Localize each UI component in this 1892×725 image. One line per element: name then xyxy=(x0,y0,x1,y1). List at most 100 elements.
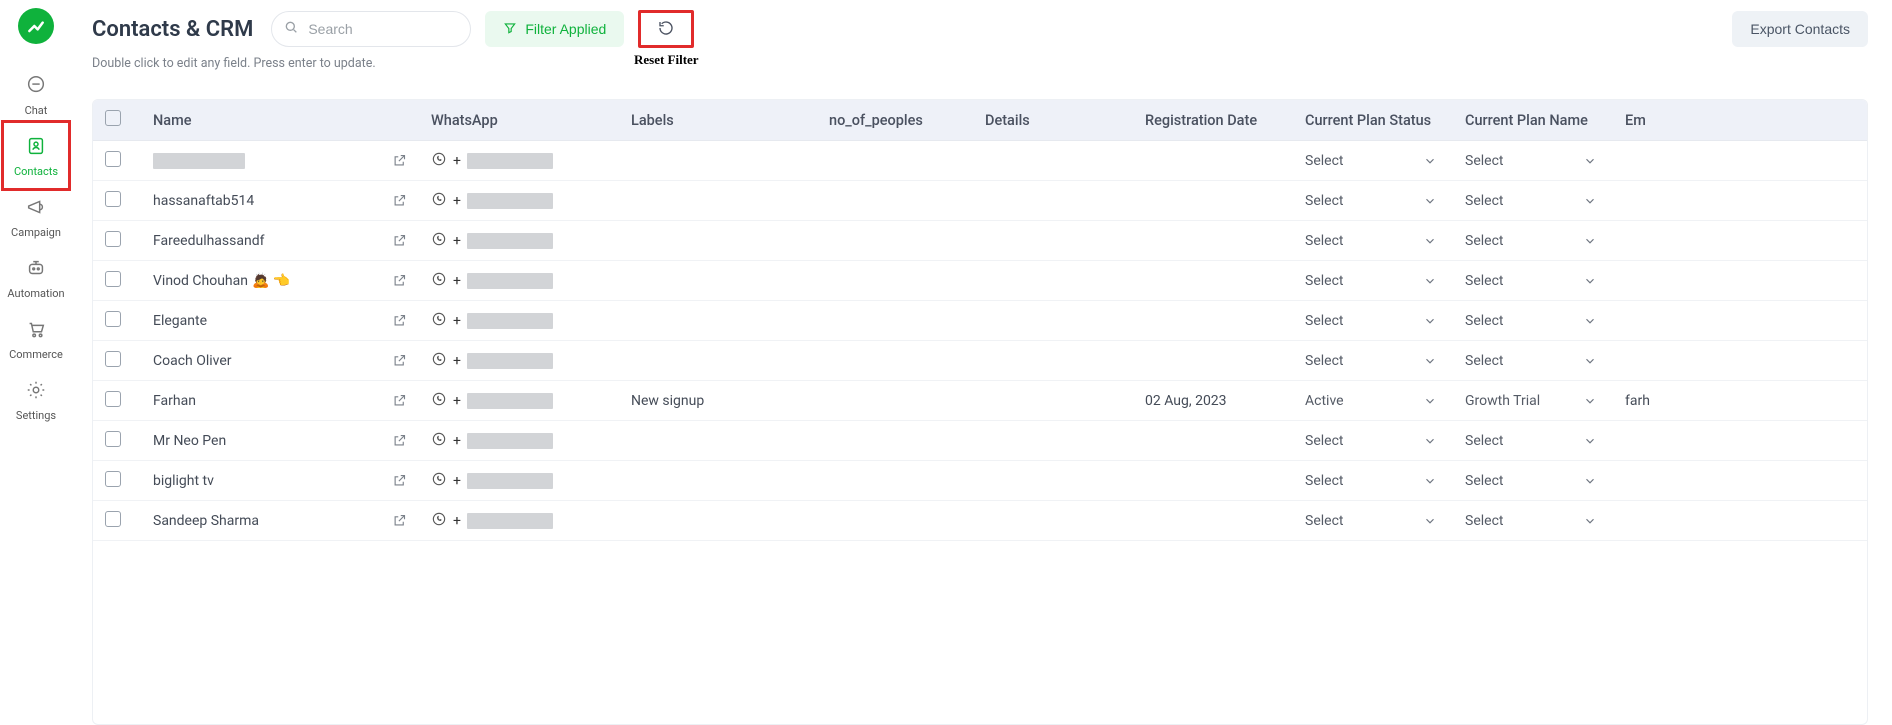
cell-details[interactable] xyxy=(973,181,1133,221)
open-external-icon[interactable] xyxy=(392,393,407,408)
col-name[interactable]: Name xyxy=(141,100,419,141)
cell-labels[interactable]: New signup xyxy=(619,381,817,421)
cell-email[interactable] xyxy=(1613,341,1867,381)
cell-labels[interactable] xyxy=(619,341,817,381)
cell-labels[interactable] xyxy=(619,461,817,501)
cell-email[interactable] xyxy=(1613,421,1867,461)
cell-registration-date[interactable] xyxy=(1133,341,1293,381)
plan-name-select[interactable]: Growth Trial xyxy=(1465,393,1601,409)
cell-details[interactable] xyxy=(973,381,1133,421)
col-current-plan-status[interactable]: Current Plan Status xyxy=(1293,100,1453,141)
row-checkbox[interactable] xyxy=(105,431,121,447)
col-email-partial[interactable]: Em xyxy=(1613,100,1867,141)
cell-registration-date[interactable] xyxy=(1133,421,1293,461)
row-checkbox[interactable] xyxy=(105,191,121,207)
plan-name-select[interactable]: Select xyxy=(1465,193,1601,209)
table-row[interactable]: hassanaftab514+SelectSelect xyxy=(93,181,1867,221)
cell-registration-date[interactable]: 02 Aug, 2023 xyxy=(1133,381,1293,421)
plan-name-select[interactable]: Select xyxy=(1465,473,1601,489)
cell-no-of-peoples[interactable] xyxy=(817,421,973,461)
cell-no-of-peoples[interactable] xyxy=(817,341,973,381)
open-external-icon[interactable] xyxy=(392,193,407,208)
sidebar-item-commerce[interactable]: Commerce xyxy=(6,308,66,369)
col-registration-date[interactable]: Registration Date xyxy=(1133,100,1293,141)
table-row[interactable]: Fareedulhassandf+SelectSelect xyxy=(93,221,1867,261)
plan-name-select[interactable]: Select xyxy=(1465,513,1601,529)
reset-filter-button[interactable] xyxy=(638,10,694,48)
filter-applied-button[interactable]: Filter Applied xyxy=(485,11,624,47)
cell-details[interactable] xyxy=(973,301,1133,341)
cell-details[interactable] xyxy=(973,461,1133,501)
table-row[interactable]: Vinod Chouhan 🙇 👈+SelectSelect xyxy=(93,261,1867,301)
col-details[interactable]: Details xyxy=(973,100,1133,141)
plan-status-select[interactable]: Select xyxy=(1305,153,1441,169)
table-row[interactable]: Sandeep Sharma+SelectSelect xyxy=(93,501,1867,541)
cell-registration-date[interactable] xyxy=(1133,181,1293,221)
plan-name-select[interactable]: Select xyxy=(1465,153,1601,169)
row-checkbox[interactable] xyxy=(105,231,121,247)
table-row[interactable]: +SelectSelect xyxy=(93,141,1867,181)
cell-email[interactable] xyxy=(1613,141,1867,181)
cell-email[interactable] xyxy=(1613,461,1867,501)
cell-email[interactable] xyxy=(1613,261,1867,301)
cell-labels[interactable] xyxy=(619,141,817,181)
row-checkbox[interactable] xyxy=(105,311,121,327)
row-checkbox[interactable] xyxy=(105,471,121,487)
cell-labels[interactable] xyxy=(619,421,817,461)
open-external-icon[interactable] xyxy=(392,473,407,488)
cell-registration-date[interactable] xyxy=(1133,461,1293,501)
sidebar-item-contacts[interactable]: Contacts xyxy=(6,125,66,186)
cell-details[interactable] xyxy=(973,501,1133,541)
row-checkbox[interactable] xyxy=(105,391,121,407)
open-external-icon[interactable] xyxy=(392,313,407,328)
cell-labels[interactable] xyxy=(619,221,817,261)
plan-status-select[interactable]: Select xyxy=(1305,473,1441,489)
open-external-icon[interactable] xyxy=(392,433,407,448)
table-row[interactable]: Mr Neo Pen+SelectSelect xyxy=(93,421,1867,461)
table-row[interactable]: Elegante+SelectSelect xyxy=(93,301,1867,341)
cell-email[interactable] xyxy=(1613,181,1867,221)
table-row[interactable]: biglight tv+SelectSelect xyxy=(93,461,1867,501)
open-external-icon[interactable] xyxy=(392,353,407,368)
sidebar-item-chat[interactable]: Chat xyxy=(6,64,66,125)
table-row[interactable]: Coach Oliver+SelectSelect xyxy=(93,341,1867,381)
cell-email[interactable] xyxy=(1613,301,1867,341)
cell-details[interactable] xyxy=(973,221,1133,261)
cell-no-of-peoples[interactable] xyxy=(817,261,973,301)
cell-registration-date[interactable] xyxy=(1133,501,1293,541)
cell-no-of-peoples[interactable] xyxy=(817,141,973,181)
search-input[interactable] xyxy=(271,11,471,47)
col-current-plan-name[interactable]: Current Plan Name xyxy=(1453,100,1613,141)
sidebar-item-settings[interactable]: Settings xyxy=(6,369,66,430)
export-contacts-button[interactable]: Export Contacts xyxy=(1732,11,1868,47)
row-checkbox[interactable] xyxy=(105,271,121,287)
plan-status-select[interactable]: Select xyxy=(1305,513,1441,529)
plan-name-select[interactable]: Select xyxy=(1465,233,1601,249)
cell-no-of-peoples[interactable] xyxy=(817,221,973,261)
plan-name-select[interactable]: Select xyxy=(1465,313,1601,329)
plan-status-select[interactable]: Select xyxy=(1305,433,1441,449)
plan-name-select[interactable]: Select xyxy=(1465,353,1601,369)
plan-status-select[interactable]: Select xyxy=(1305,353,1441,369)
cell-labels[interactable] xyxy=(619,181,817,221)
cell-details[interactable] xyxy=(973,141,1133,181)
col-no-of-peoples[interactable]: no_of_peoples xyxy=(817,100,973,141)
row-checkbox[interactable] xyxy=(105,151,121,167)
cell-labels[interactable] xyxy=(619,301,817,341)
plan-name-select[interactable]: Select xyxy=(1465,273,1601,289)
select-all-checkbox[interactable] xyxy=(105,110,121,126)
open-external-icon[interactable] xyxy=(392,153,407,168)
cell-no-of-peoples[interactable] xyxy=(817,381,973,421)
cell-email[interactable] xyxy=(1613,501,1867,541)
cell-registration-date[interactable] xyxy=(1133,221,1293,261)
cell-details[interactable] xyxy=(973,421,1133,461)
row-checkbox[interactable] xyxy=(105,351,121,367)
row-checkbox[interactable] xyxy=(105,511,121,527)
open-external-icon[interactable] xyxy=(392,513,407,528)
col-labels[interactable]: Labels xyxy=(619,100,817,141)
cell-details[interactable] xyxy=(973,261,1133,301)
cell-email[interactable] xyxy=(1613,221,1867,261)
sidebar-item-automation[interactable]: Automation xyxy=(6,247,66,308)
cell-details[interactable] xyxy=(973,341,1133,381)
cell-registration-date[interactable] xyxy=(1133,301,1293,341)
